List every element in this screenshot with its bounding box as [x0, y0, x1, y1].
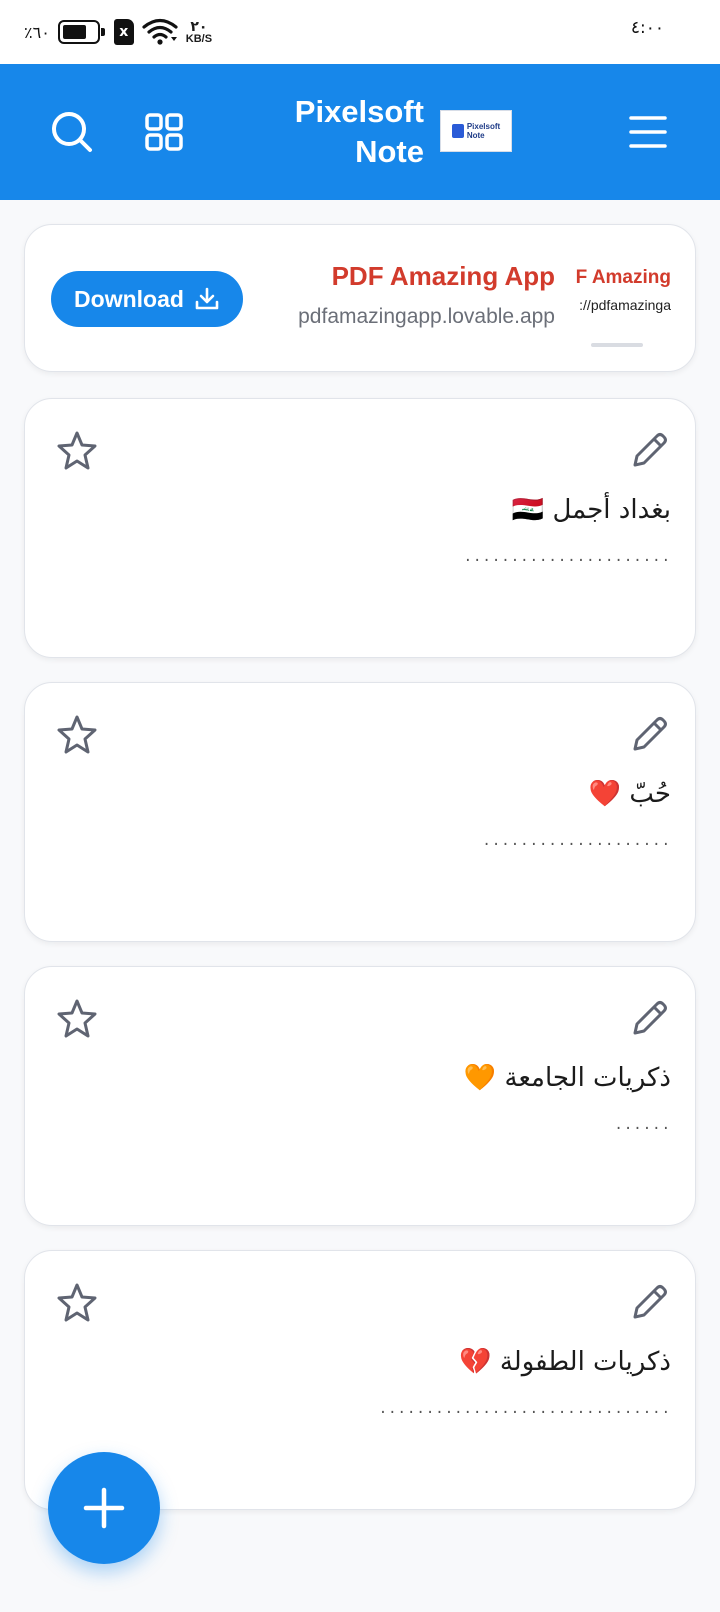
star-icon[interactable]: [55, 1281, 99, 1325]
battery-fill: [62, 25, 86, 39]
note-preview: ......................: [463, 549, 671, 565]
ad-title: PDF Amazing App: [331, 261, 555, 291]
add-note-button[interactable]: [48, 1452, 160, 1564]
wifi-icon: [142, 18, 178, 45]
search-icon: [52, 112, 92, 152]
battery-percent: ٪٦٠: [24, 22, 50, 42]
note-preview: ...............................: [378, 1401, 671, 1417]
app-title: Pixelsoft Note: [294, 94, 424, 169]
ad-url: pdfamazingapp.lovable.app: [298, 305, 555, 328]
plus-icon: [83, 1487, 125, 1529]
note-card[interactable]: حُبّ ❤️ ....................: [24, 682, 696, 942]
star-icon[interactable]: [55, 429, 99, 473]
download-button[interactable]: Download: [51, 271, 243, 327]
ad-thumbnail: F Amazing ://pdfamazinga: [571, 261, 671, 351]
app-logo: Pixelsoft Note: [440, 110, 512, 152]
menu-icon: [629, 116, 667, 148]
note-title: ذكريات الجامعة 🧡: [463, 1063, 671, 1093]
download-icon: [195, 287, 219, 310]
note-title: ذكريات الطفولة 💔: [459, 1347, 671, 1377]
note-preview: ......: [614, 1117, 671, 1133]
note-title: حُبّ ❤️: [588, 779, 671, 809]
note-preview: ....................: [482, 833, 671, 849]
grid-view-button[interactable]: [132, 100, 196, 164]
status-left: ٪٦٠ x ٢٠ KB/S: [24, 16, 212, 48]
star-icon[interactable]: [55, 997, 99, 1041]
edit-pencil-icon[interactable]: [627, 997, 671, 1041]
menu-button[interactable]: [616, 100, 680, 164]
sim-icon: x: [113, 19, 134, 45]
clock: ٤:٠٠: [630, 18, 664, 38]
note-card[interactable]: ذكريات الجامعة 🧡 ......: [24, 966, 696, 1226]
ad-banner[interactable]: Download PDF Amazing App pdfamazingapp.l…: [24, 224, 696, 372]
network-speed: ٢٠ KB/S: [185, 18, 213, 45]
edit-pencil-icon[interactable]: [627, 1281, 671, 1325]
note-title: بغداد أجمل 🇮🇶: [511, 495, 671, 525]
star-icon[interactable]: [55, 713, 99, 757]
grid-icon: [145, 113, 183, 151]
edit-pencil-icon[interactable]: [627, 713, 671, 757]
edit-pencil-icon[interactable]: [627, 429, 671, 473]
status-bar: ٪٦٠ x ٢٠ KB/S ٤:٠٠: [0, 0, 720, 64]
app-bar: Pixelsoft Note Pixelsoft Note: [0, 64, 720, 200]
battery-icon: [57, 20, 105, 44]
logo-mark-icon: [451, 124, 464, 138]
note-card[interactable]: بغداد أجمل 🇮🇶 ......................: [24, 398, 696, 658]
search-button[interactable]: [40, 100, 104, 164]
